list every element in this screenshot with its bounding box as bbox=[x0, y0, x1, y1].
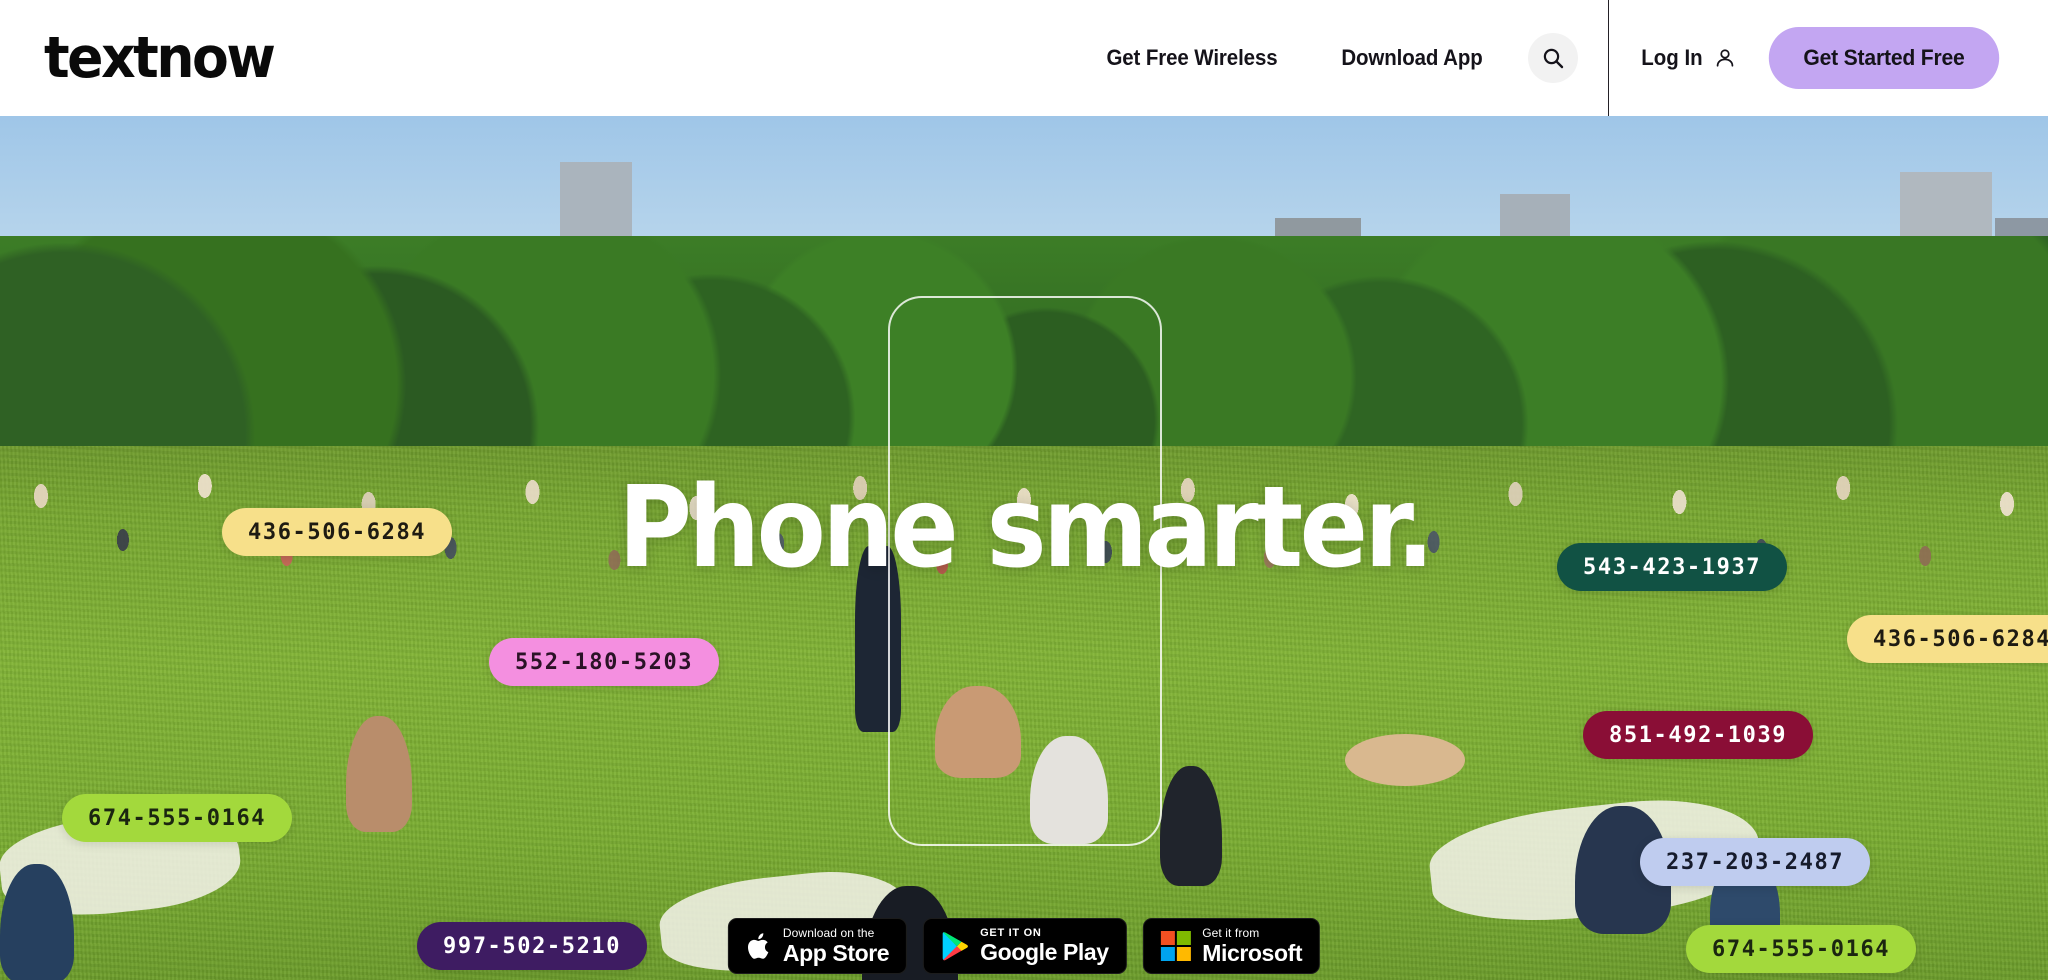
user-icon bbox=[1716, 49, 1734, 67]
google-play-badge-big: Google Play bbox=[980, 939, 1109, 966]
person-figure bbox=[1160, 766, 1222, 886]
phone-number-pill-3[interactable]: 674-555-0164 bbox=[62, 794, 293, 842]
phone-number-pill-5[interactable]: 543-423-1937 bbox=[1557, 543, 1788, 591]
textnow-logo[interactable]: textnow bbox=[44, 29, 276, 87]
app-store-badge[interactable]: Download on the App Store bbox=[727, 918, 908, 974]
person-figure bbox=[346, 716, 412, 832]
phone-frame-outline bbox=[888, 296, 1162, 846]
phone-number-pill-4[interactable]: 997-502-5210 bbox=[417, 922, 648, 970]
login-link[interactable]: Log In bbox=[1639, 45, 1736, 71]
microsoft-store-badge[interactable]: Get it from Microsoft bbox=[1142, 918, 1321, 974]
store-badges: Download on the App Store GET IT ON Goog… bbox=[727, 918, 1321, 974]
app-store-badge-small: Download on the bbox=[782, 926, 875, 941]
google-play-icon bbox=[942, 932, 969, 961]
microsoft-logo-icon bbox=[1160, 930, 1192, 962]
page-root: textnow Get Free Wireless Download App L… bbox=[0, 0, 2048, 980]
phone-number-pill-6[interactable]: 436-506-6284 bbox=[1847, 615, 2048, 663]
app-store-badge-big: App Store bbox=[782, 939, 890, 966]
nav-download-app[interactable]: Download App bbox=[1317, 45, 1507, 71]
nav-links: Get Free Wireless Download App bbox=[1074, 45, 1514, 71]
get-started-free-button[interactable]: Get Started Free bbox=[1768, 27, 2000, 89]
phone-number-pill-2[interactable]: 552-180-5203 bbox=[489, 638, 720, 686]
primary-navigation: Get Free Wireless Download App Log In Ge… bbox=[1074, 0, 2048, 116]
phone-number-pill-8[interactable]: 237-203-2487 bbox=[1640, 838, 1871, 886]
nav-get-free-wireless[interactable]: Get Free Wireless bbox=[1082, 45, 1301, 71]
microsoft-store-badge-small: Get it from bbox=[1202, 926, 1260, 941]
google-play-badge[interactable]: GET IT ON Google Play bbox=[923, 918, 1127, 974]
phone-number-pill-9[interactable]: 674-555-0164 bbox=[1686, 925, 1917, 973]
search-icon bbox=[1543, 48, 1564, 69]
phone-number-pill-1[interactable]: 436-506-6284 bbox=[222, 508, 453, 556]
microsoft-store-badge-big: Microsoft bbox=[1202, 939, 1303, 966]
site-header: textnow Get Free Wireless Download App L… bbox=[0, 0, 2048, 116]
header-divider bbox=[1608, 0, 1610, 116]
person-figure bbox=[1345, 734, 1465, 786]
hero-section: Phone smarter. 436-506-6284 552-180-5203 6… bbox=[0, 116, 2048, 980]
phone-number-pill-7[interactable]: 851-492-1039 bbox=[1583, 711, 1814, 759]
login-label: Log In bbox=[1641, 45, 1703, 70]
search-button[interactable] bbox=[1528, 33, 1579, 83]
apple-logo-icon bbox=[748, 932, 769, 959]
google-play-badge-small: GET IT ON bbox=[980, 926, 1042, 939]
